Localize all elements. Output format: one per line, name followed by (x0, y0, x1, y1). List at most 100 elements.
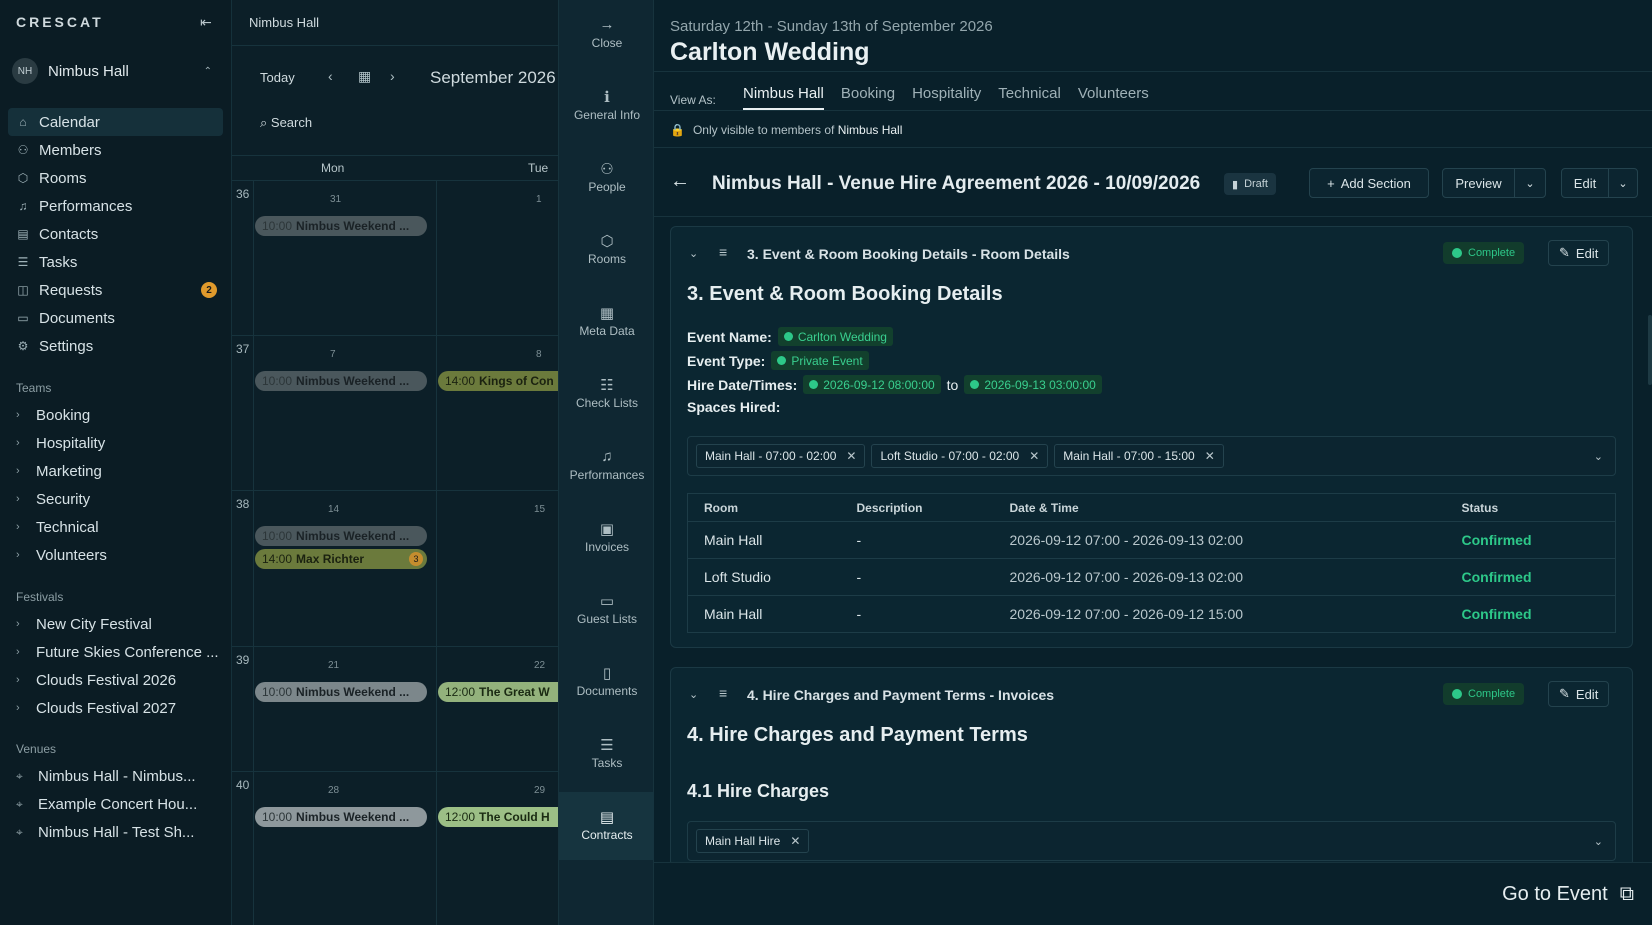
festival-item[interactable]: › New City Festival (16, 610, 221, 638)
tool-guest-lists[interactable]: ▭ Guest Lists (559, 576, 655, 644)
date-number: 22 (534, 660, 546, 671)
close-icon[interactable]: ✕ (1029, 449, 1039, 463)
team-item[interactable]: › Volunteers (16, 541, 221, 569)
preview-button[interactable]: Preview (1442, 168, 1515, 198)
next-month-icon[interactable]: › (390, 68, 395, 84)
divider (654, 110, 1652, 111)
calendar-event[interactable]: 10:00 Nimbus Weekend ... (255, 216, 427, 236)
tab-nimbus-hall[interactable]: Nimbus Hall (743, 85, 824, 110)
tab-booking[interactable]: Booking (841, 85, 895, 110)
nav-item-documents[interactable]: ▭ Documents (8, 304, 223, 332)
edit-dropdown-chevron-down-icon[interactable]: ⌄ (1608, 168, 1638, 198)
drag-handle-icon[interactable]: ≡ (719, 685, 727, 701)
chevron-down-icon[interactable]: ⌄ (1594, 450, 1603, 463)
nav-label: Calendar (39, 113, 100, 131)
tool-general-info[interactable]: ℹ General Info (559, 72, 655, 140)
add-section-button[interactable]: + Add Section (1309, 168, 1429, 198)
close-icon[interactable]: ✕ (1205, 449, 1215, 463)
team-item[interactable]: › Technical (16, 513, 221, 541)
calendar-event[interactable]: 14:00 Max Richter 3 (255, 549, 427, 569)
prev-month-icon[interactable]: ‹ (328, 68, 333, 84)
venue-item[interactable]: ⌖ Example Concert Hou... (16, 790, 221, 818)
tool-meta-data[interactable]: ▦ Meta Data (559, 288, 655, 356)
calendar-event[interactable]: 10:00 Nimbus Weekend ... (255, 682, 427, 702)
tool-label: Meta Data (579, 324, 635, 338)
collapse-chevron-down-icon[interactable]: ⌄ (689, 247, 698, 260)
tab-technical[interactable]: Technical (998, 85, 1061, 110)
tool-invoices[interactable]: ▣ Invoices (559, 504, 655, 572)
edit-contract-button[interactable]: Edit (1561, 168, 1609, 198)
tool-performances[interactable]: ♫ Performances (559, 432, 655, 500)
drag-handle-icon[interactable]: ≡ (719, 244, 727, 260)
nav-item-settings[interactable]: ⚙ Settings (8, 332, 223, 360)
collapse-chevron-down-icon[interactable]: ⌄ (689, 688, 698, 701)
nav-label: Contacts (39, 225, 99, 243)
event-time: 10:00 (262, 374, 293, 388)
nav-item-members[interactable]: ⚇ Members (8, 136, 223, 164)
edit-section-button[interactable]: ✎ Edit (1548, 681, 1610, 707)
spaces-multiselect[interactable]: Main Hall - 07:00 - 02:00 ✕ Loft Studio -… (687, 436, 1616, 476)
nav-item-performances[interactable]: ♫ Performances (8, 192, 223, 220)
team-item[interactable]: › Marketing (16, 457, 221, 485)
collapse-sidebar-icon[interactable]: ⇤ (200, 14, 212, 31)
calendar-event[interactable]: 12:00 The Great W (438, 682, 558, 702)
calendar-event[interactable]: 10:00 Nimbus Weekend ... (255, 371, 427, 391)
event-detail-panel: Saturday 12th - Sunday 13th of September… (654, 0, 1652, 925)
calendar-event[interactable]: 14:00 Kings of Con (438, 371, 558, 391)
festival-item[interactable]: › Future Skies Conference ... (16, 638, 221, 666)
nav-item-rooms[interactable]: ⬡ Rooms (8, 164, 223, 192)
scrollbar[interactable] (1648, 315, 1652, 385)
close-icon[interactable]: ✕ (790, 834, 800, 848)
back-arrow-icon[interactable]: ← (670, 170, 690, 193)
calendar-event[interactable]: 10:00 Nimbus Weekend ... (255, 526, 427, 546)
preview-dropdown-chevron-down-icon[interactable]: ⌄ (1514, 168, 1546, 198)
today-button[interactable]: Today (260, 70, 295, 85)
music-icon: ♫ (18, 199, 28, 213)
tool-check-lists[interactable]: ☷ Check Lists (559, 360, 655, 428)
team-item[interactable]: › Security (16, 485, 221, 513)
calendar-event[interactable]: 12:00 The Could H (438, 807, 558, 827)
venue-item[interactable]: ⌖ Nimbus Hall - Nimbus... (16, 762, 221, 790)
check-circle-icon (809, 380, 819, 389)
tool-contracts[interactable]: ▤ Contracts (559, 792, 655, 860)
week-number: 36 (236, 187, 250, 201)
tab-hospitality[interactable]: Hospitality (912, 85, 981, 110)
tab-volunteers[interactable]: Volunteers (1078, 85, 1149, 110)
datetime-cell: 2026-09-12 07:00 - 2026-09-13 02:00 (993, 521, 1446, 559)
close-icon[interactable]: ✕ (846, 449, 856, 463)
team-item[interactable]: › Booking (16, 401, 221, 429)
visibility-text: Only visible to members of (692, 123, 835, 137)
nav-item-contacts[interactable]: ▤ Contacts (8, 220, 223, 248)
tool-tasks[interactable]: ☰ Tasks (559, 720, 655, 788)
charges-multiselect[interactable]: Main Hall Hire ✕ ⌄ (687, 821, 1616, 861)
nav-item-calendar[interactable]: ⌂ Calendar (8, 108, 223, 136)
festival-item[interactable]: › Clouds Festival 2026 (16, 666, 221, 694)
edit-section-button[interactable]: ✎ Edit (1548, 240, 1610, 266)
go-to-event-button[interactable]: Go to Event ⧉ (1502, 883, 1634, 906)
calendar-event[interactable]: 10:00 Nimbus Weekend ... (255, 807, 427, 827)
venue-item[interactable]: ⌖ Nimbus Hall - Test Sh... (16, 818, 221, 846)
event-time: 10:00 (262, 219, 293, 233)
tool-documents[interactable]: ▯ Documents (559, 648, 655, 716)
calendar-search[interactable]: ⌕ Search (260, 115, 312, 131)
festival-item[interactable]: › Clouds Festival 2027 (16, 694, 221, 722)
tool-rooms[interactable]: ⬡ Rooms (559, 216, 655, 284)
org-switcher[interactable]: NH Nimbus Hall ⌃ (10, 56, 222, 86)
tool-people[interactable]: ⚇ People (559, 144, 655, 212)
chevron-right-icon: › (16, 646, 20, 658)
event-name: Nimbus Weekend ... (296, 374, 410, 388)
chevron-down-icon[interactable]: ⌄ (1594, 835, 1603, 848)
date-number: 7 (330, 349, 336, 360)
status-cell: Confirmed (1445, 521, 1616, 559)
nav-label: Members (39, 141, 102, 159)
edit-label: Edit (1575, 686, 1599, 702)
table-row: Main Hall - 2026-09-12 07:00 - 2026-09-1… (688, 596, 1616, 633)
status-cell: Confirmed (1445, 558, 1616, 596)
nav-item-tasks[interactable]: ☰ Tasks (8, 248, 223, 276)
tool-close[interactable]: → Close (559, 0, 655, 68)
hire-to-value: 2026-09-13 03:00:00 (964, 375, 1102, 394)
nav-item-requests[interactable]: ◫ Requests 2 (8, 276, 223, 304)
chevron-updown-icon: ⌃ (203, 65, 212, 77)
calendar-picker-icon[interactable]: ▦ (358, 68, 371, 85)
team-item[interactable]: › Hospitality (16, 429, 221, 457)
